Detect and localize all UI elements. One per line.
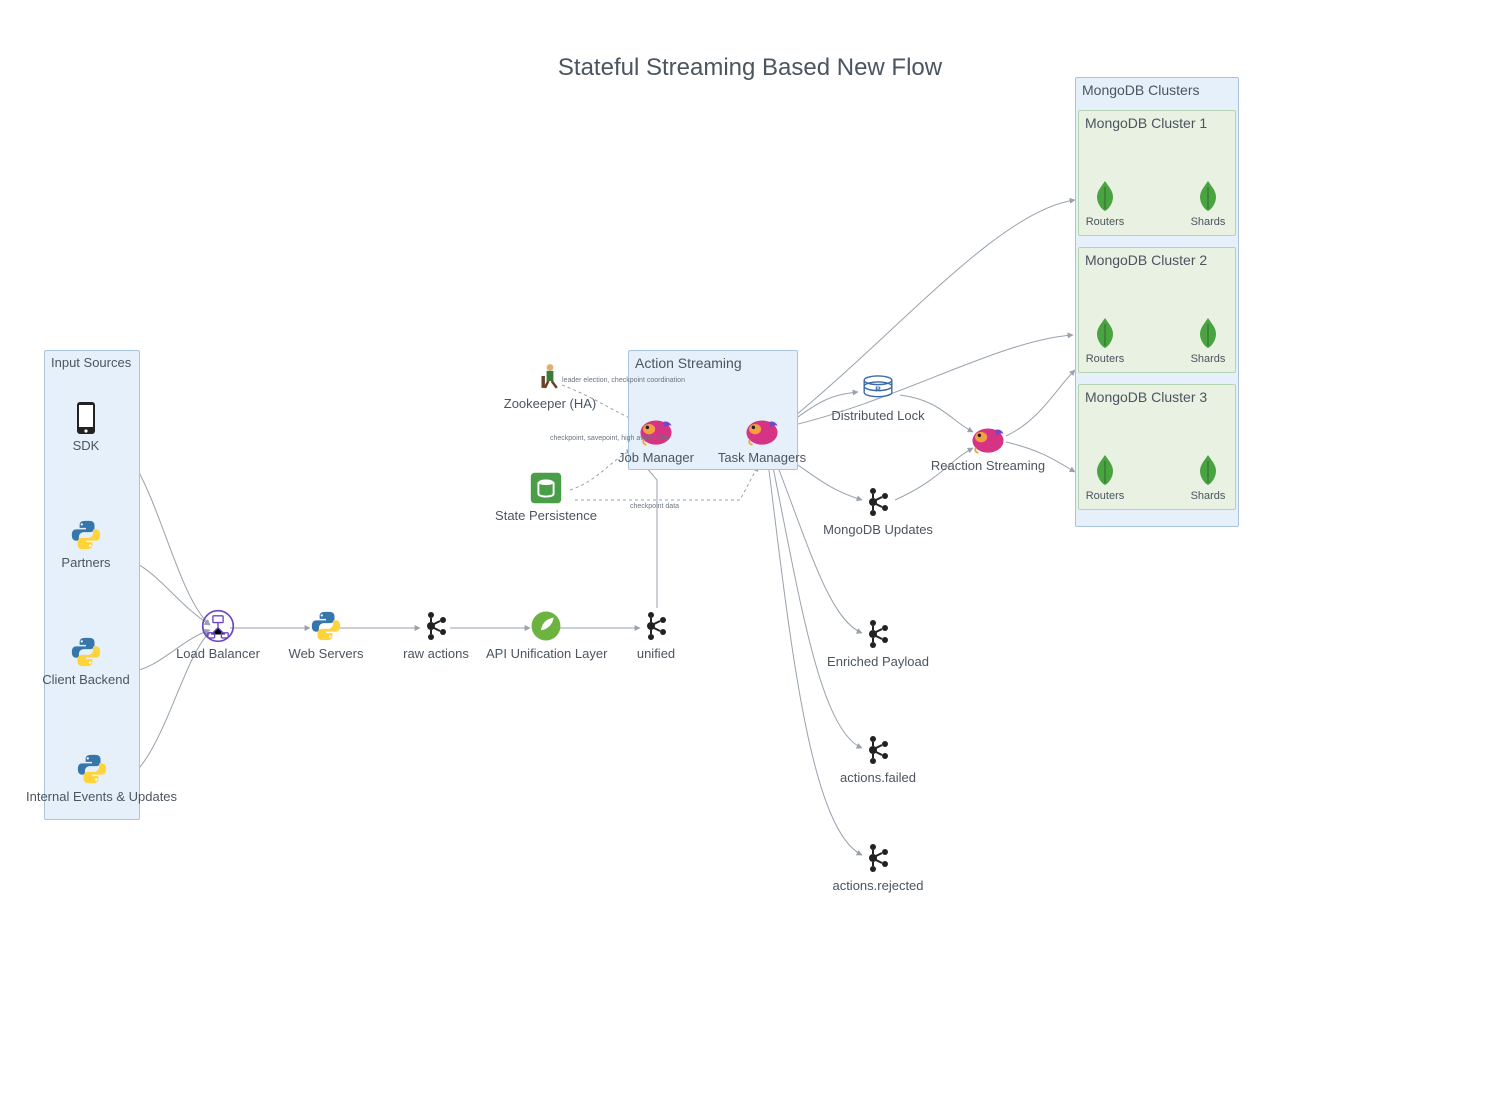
edge-label-checkpoint-ha: checkpoint, savepoint, high availability xyxy=(550,435,669,442)
diagram-canvas: { "title": "Stateful Streaming Based New… xyxy=(0,0,1500,1112)
edge-label-checkpoint-data: checkpoint data xyxy=(630,503,679,510)
cluster3-shards-label: Shards xyxy=(1178,490,1238,502)
node-actions-rejected-label: actions.rejected xyxy=(818,878,938,893)
node-load-balancer-label: Load Balancer xyxy=(158,646,278,661)
cluster3-routers-label: Routers xyxy=(1075,490,1135,502)
mongodb-leaf-icon xyxy=(1178,315,1238,351)
node-internal-events-label: Internal Events & Updates xyxy=(26,789,158,804)
mongodb-leaf-icon xyxy=(1075,452,1135,488)
kafka-icon xyxy=(376,608,496,644)
node-sdk-label: SDK xyxy=(26,438,146,453)
node-web-servers: Web Servers xyxy=(266,608,386,661)
kafka-icon xyxy=(818,840,938,876)
group-mongodb-clusters-title: MongoDB Clusters xyxy=(1082,82,1200,98)
cluster3-routers: Routers xyxy=(1075,452,1135,502)
zookeeper-icon xyxy=(490,358,610,394)
spring-icon xyxy=(486,608,606,644)
node-reaction-streaming: Reaction Streaming xyxy=(928,420,1048,473)
python-icon xyxy=(26,751,158,787)
node-sdk: SDK xyxy=(26,400,146,453)
mongodb-cluster-3-title: MongoDB Cluster 3 xyxy=(1085,389,1207,405)
python-icon xyxy=(266,608,386,644)
node-web-servers-label: Web Servers xyxy=(266,646,386,661)
cluster2-routers: Routers xyxy=(1075,315,1135,365)
node-actions-failed-label: actions.failed xyxy=(818,770,938,785)
python-icon xyxy=(26,634,146,670)
s3-bucket-icon xyxy=(486,470,606,506)
group-input-sources-title: Input Sources xyxy=(51,355,131,370)
node-state-persistence-label: State Persistence xyxy=(486,508,606,523)
node-client-backend: Client Backend xyxy=(26,634,146,687)
redis-icon: R xyxy=(818,370,938,406)
node-distributed-lock: R Distributed Lock xyxy=(818,370,938,423)
node-actions-failed: actions.failed xyxy=(818,732,938,785)
cluster1-shards-label: Shards xyxy=(1178,216,1238,228)
node-partners-label: Partners xyxy=(26,555,146,570)
flink-icon xyxy=(596,412,716,448)
python-icon xyxy=(26,517,146,553)
node-distributed-lock-label: Distributed Lock xyxy=(818,408,938,423)
load-balancer-icon xyxy=(158,608,278,644)
smartphone-icon xyxy=(26,400,146,436)
node-zookeeper: Zookeeper (HA) xyxy=(490,358,610,411)
cluster2-shards: Shards xyxy=(1178,315,1238,365)
node-api-unification-label: API Unification Layer xyxy=(486,646,606,661)
node-load-balancer: Load Balancer xyxy=(158,608,278,661)
group-action-streaming-title: Action Streaming xyxy=(635,355,742,371)
node-internal-events: Internal Events & Updates xyxy=(26,751,158,804)
mongodb-cluster-2-title: MongoDB Cluster 2 xyxy=(1085,252,1207,268)
node-raw-actions: raw actions xyxy=(376,608,496,661)
node-enriched-payload-label: Enriched Payload xyxy=(818,654,938,669)
mongodb-leaf-icon xyxy=(1075,178,1135,214)
node-reaction-streaming-label: Reaction Streaming xyxy=(928,458,1048,473)
mongodb-leaf-icon xyxy=(1075,315,1135,351)
node-client-backend-label: Client Backend xyxy=(26,672,146,687)
node-actions-rejected: actions.rejected xyxy=(818,840,938,893)
node-raw-actions-label: raw actions xyxy=(376,646,496,661)
cluster1-routers: Routers xyxy=(1075,178,1135,228)
mongodb-cluster-1-title: MongoDB Cluster 1 xyxy=(1085,115,1207,131)
kafka-icon xyxy=(818,616,938,652)
kafka-icon xyxy=(818,484,938,520)
svg-text:R: R xyxy=(875,384,881,393)
node-task-managers: Task Managers xyxy=(702,412,822,465)
node-mongodb-updates-label: MongoDB Updates xyxy=(818,522,938,537)
kafka-icon xyxy=(818,732,938,768)
edge-label-leader: leader election, checkpoint coordination xyxy=(562,377,685,384)
page-title: Stateful Streaming Based New Flow xyxy=(0,54,1500,82)
kafka-icon xyxy=(596,608,716,644)
mongodb-leaf-icon xyxy=(1178,452,1238,488)
node-job-manager-label: Job Manager xyxy=(596,450,716,465)
node-task-managers-label: Task Managers xyxy=(702,450,822,465)
flink-icon xyxy=(928,420,1048,456)
edges-layer xyxy=(0,0,1500,1112)
node-mongodb-updates: MongoDB Updates xyxy=(818,484,938,537)
node-partners: Partners xyxy=(26,517,146,570)
cluster1-shards: Shards xyxy=(1178,178,1238,228)
cluster1-routers-label: Routers xyxy=(1075,216,1135,228)
node-state-persistence: State Persistence xyxy=(486,470,606,523)
node-api-unification: API Unification Layer xyxy=(486,608,606,661)
mongodb-leaf-icon xyxy=(1178,178,1238,214)
node-zookeeper-label: Zookeeper (HA) xyxy=(490,396,610,411)
cluster3-shards: Shards xyxy=(1178,452,1238,502)
node-unified: unified xyxy=(596,608,716,661)
flink-icon xyxy=(702,412,822,448)
node-enriched-payload: Enriched Payload xyxy=(818,616,938,669)
cluster2-shards-label: Shards xyxy=(1178,353,1238,365)
cluster2-routers-label: Routers xyxy=(1075,353,1135,365)
node-unified-label: unified xyxy=(596,646,716,661)
